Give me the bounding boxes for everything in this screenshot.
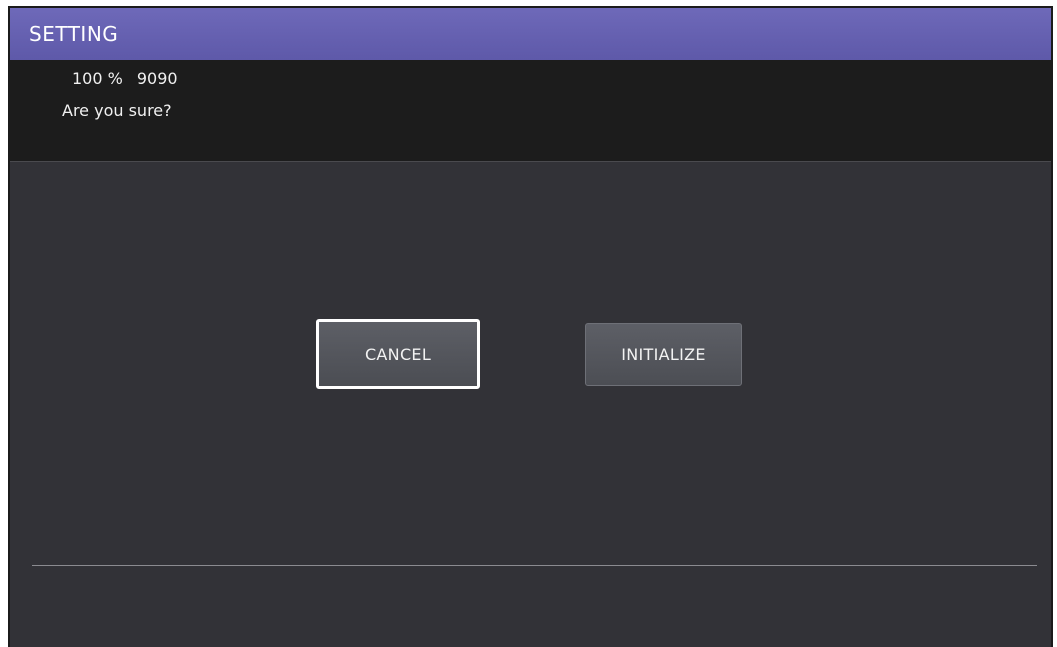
message-area: 100 % 9090 Are you sure? bbox=[10, 60, 1051, 162]
settings-dialog: SETTING 100 % 9090 Are you sure? CANCEL … bbox=[8, 6, 1053, 647]
initialize-button-label: INITIALIZE bbox=[621, 345, 706, 364]
zoom-percent: 100 % bbox=[72, 69, 123, 88]
initialize-button[interactable]: INITIALIZE bbox=[585, 323, 742, 386]
confirmation-prompt: Are you sure? bbox=[62, 101, 172, 120]
cancel-button[interactable]: CANCEL bbox=[316, 319, 480, 389]
cancel-button-label: CANCEL bbox=[364, 344, 432, 364]
footer-divider bbox=[32, 565, 1037, 566]
setting-code: 9090 bbox=[136, 69, 178, 88]
title-bar: SETTING bbox=[10, 8, 1051, 60]
status-line: 100 % 9090 bbox=[72, 69, 178, 88]
page-title: SETTING bbox=[29, 22, 119, 46]
